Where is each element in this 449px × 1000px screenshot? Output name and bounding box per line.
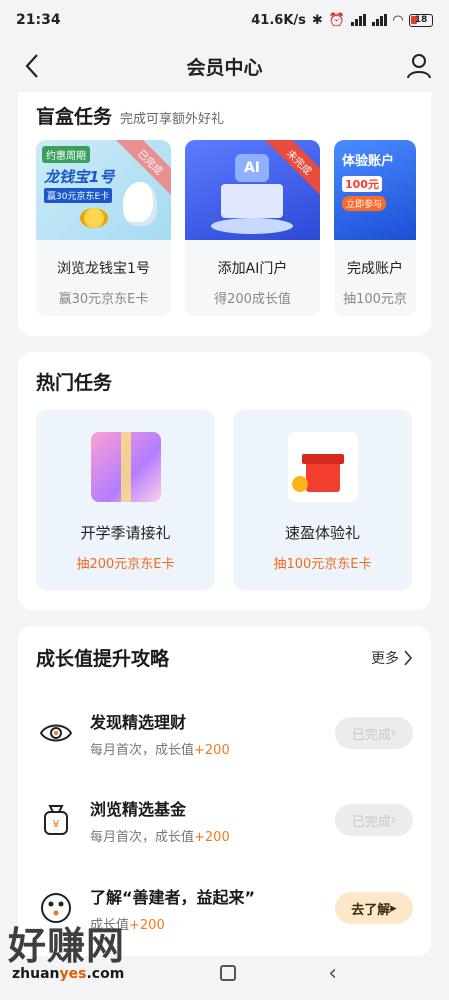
growth-item-title: 发现精选理财 [90,712,187,732]
blind-box-banner-1: 约惠周期 龙钱宝1号 赢30元京东E卡 已完成 [36,140,171,240]
eye-icon [36,713,76,753]
gift-lid-decor [301,454,344,464]
gift-box-icon [90,432,161,502]
chevron-left-icon [25,54,38,78]
blind-box-reward: 得200成长值 [214,292,291,307]
hot-task-reward: 抽200元京东E卡 [76,557,175,572]
status-time: 21:34 [16,12,61,28]
system-back-button[interactable]: ‹ [328,961,337,986]
svg-text:¥: ¥ [53,818,60,831]
blind-box-name: 完成账户 [347,261,403,277]
banner-tag: 约惠周期 [42,146,90,163]
blind-box-name: 添加AI门户 [217,261,288,277]
done-button[interactable]: 已完成 › [335,804,413,836]
hot-tasks-list: 开学季请接礼 抽200元京东E卡 速盈体验礼 抽100元京东E卡 [36,410,412,590]
nav-bar: 会员中心 [0,40,449,92]
blind-box-name: 浏览龙钱宝1号 [57,261,150,277]
more-link[interactable]: 更多 [371,648,413,668]
hot-task-name: 开学季请接礼 [80,524,171,542]
battery-icon: 18 [409,13,433,27]
hot-task-item[interactable]: 开学季请接礼 抽200元京东E卡 [36,410,215,590]
growth-item: ¥ 浏览精选基金 每月首次，成长值+200 已完成 › [36,790,413,850]
growth-points: +200 [194,742,230,758]
blind-box-banner-2: AI 未完成 [185,140,320,240]
blind-box-title: 盲盒任务 [36,106,113,128]
blind-box-reward: 抽100元京 [343,292,407,307]
bluetooth-icon: ✱ [311,12,323,28]
growth-points: +200 [129,917,165,933]
growth-points: +200 [194,829,230,845]
banner-title: AI [235,154,269,182]
gift-body-decor [305,460,340,492]
banner-btn: 立即参与 [342,196,387,211]
blind-box-subtitle: 完成可享额外好礼 [120,112,225,127]
alarm-icon: ⏰ [328,12,345,28]
status-bar: 21:34 41.6K/s ✱ ⏰ ◠ 18 [0,0,449,40]
banner-sub: 100元 [342,176,382,192]
hot-task-item[interactable]: 速盈体验礼 抽100元京东E卡 [233,410,412,590]
more-label: 更多 [371,650,399,667]
growth-item: 发现精选理财 每月首次，成长值+200 已完成 › [36,703,413,763]
blind-box-card: 盲盒任务 完成可享额外好礼 约惠周期 龙钱宝1号 赢30元京东E卡 已完成 浏览… [18,92,431,336]
blind-box-banner-3: 体验账户 100元 立即参与 [334,140,416,240]
learn-more-button[interactable]: 去了解 ▸ [335,892,413,924]
banner-title: 龙钱宝1号 [44,168,115,186]
growth-header: 成长值提升攻略 更多 [18,626,431,671]
banner-title: 体验账户 [342,154,395,169]
hot-task-reward: 抽100元京东E卡 [273,557,372,572]
growth-card: 成长值提升攻略 更多 发现精选理财 每月首次，成长值+200 已完成 › ¥ 浏览… [18,626,431,956]
hot-tasks-title: 热门任务 [36,372,113,394]
network-speed: 41.6K/s [251,12,306,28]
banner-sub: 赢30元京东E卡 [44,188,113,203]
growth-item-desc: 每月首次，成长值+200 [90,829,230,845]
growth-item-title: 了解“善建者，益起来” [90,887,256,907]
profile-button[interactable] [405,52,433,80]
blind-box-item[interactable]: AI 未完成 添加AI门户 得200成长值 [185,140,320,316]
blind-box-header: 盲盒任务 完成可享额外好礼 [18,92,431,129]
signal-icon [351,14,366,26]
mascot-image [123,182,157,226]
hot-tasks-card: 热门任务 开学季请接礼 抽200元京东E卡 速盈体验礼 抽100元京东E卡 [18,352,431,610]
red-gift-icon [287,432,358,502]
coins-image [80,208,108,228]
hot-task-name: 速盈体验礼 [284,524,360,542]
user-icon [407,54,431,79]
hot-tasks-header: 热门任务 [18,352,431,395]
battery-level: 18 [414,14,428,25]
growth-item-desc: 每月首次，成长值+200 [90,742,230,758]
chevron-right-icon [404,649,413,666]
blind-box-list: 约惠周期 龙钱宝1号 赢30元京东E卡 已完成 浏览龙钱宝1号 赢30元京东E卡… [36,140,416,316]
done-button[interactable]: 已完成 › [335,717,413,749]
growth-title: 成长值提升攻略 [36,648,170,670]
page-title: 会员中心 [186,56,263,79]
watermark-logo: 好赚网 [8,924,126,968]
chart-device-image [221,184,283,218]
gift-ribbon-decor [120,432,131,502]
back-button[interactable] [18,52,46,80]
wifi-icon: ◠ [393,12,403,28]
pedestal-image [211,218,293,234]
blind-box-item[interactable]: 体验账户 100元 立即参与 完成账户 抽100元京 [334,140,416,316]
recent-apps-button[interactable] [220,965,237,981]
fund-bag-icon: ¥ [36,800,76,840]
blind-box-item[interactable]: 约惠周期 龙钱宝1号 赢30元京东E卡 已完成 浏览龙钱宝1号 赢30元京东E卡 [36,140,171,316]
watermark-url: zhuanyes.com [12,966,125,982]
status-icons: 41.6K/s ✱ ⏰ ◠ 18 [251,13,433,28]
coin-decor [291,476,308,492]
signal-icon-2 [372,14,387,26]
growth-item-title: 浏览精选基金 [90,799,187,819]
blind-box-reward: 赢30元京东E卡 [58,292,149,307]
